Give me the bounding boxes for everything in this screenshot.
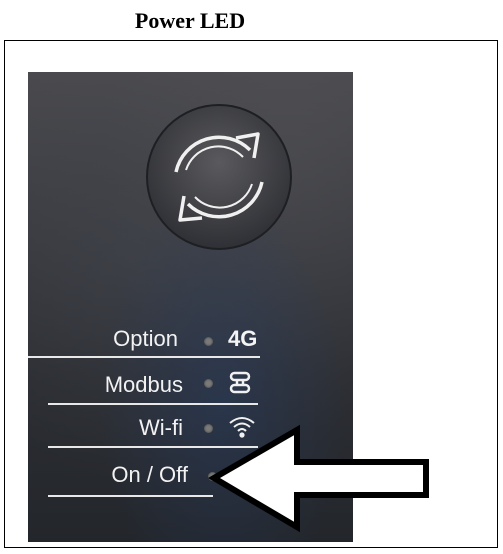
led-modbus (204, 379, 213, 388)
indicator-4g: 4G (228, 326, 258, 351)
led-panel: Option 4G Modbus Wi-fi On / Off (28, 72, 353, 542)
divider-2 (48, 403, 258, 405)
divider-3 (48, 446, 258, 448)
divider-1 (28, 356, 260, 358)
led-power (208, 472, 217, 481)
led-option (204, 337, 213, 346)
label-option: Option (113, 326, 178, 351)
label-wifi: Wi-fi (139, 415, 183, 440)
figure-heading: Power LED (134, 8, 246, 33)
wifi-icon (229, 417, 255, 438)
led-wifi (204, 424, 213, 433)
device-photo: Option 4G Modbus Wi-fi On / Off (28, 72, 353, 542)
label-on-off: On / Off (111, 462, 188, 487)
modbus-icon (229, 371, 251, 394)
label-modbus: Modbus (104, 372, 183, 397)
divider-4 (48, 495, 213, 497)
